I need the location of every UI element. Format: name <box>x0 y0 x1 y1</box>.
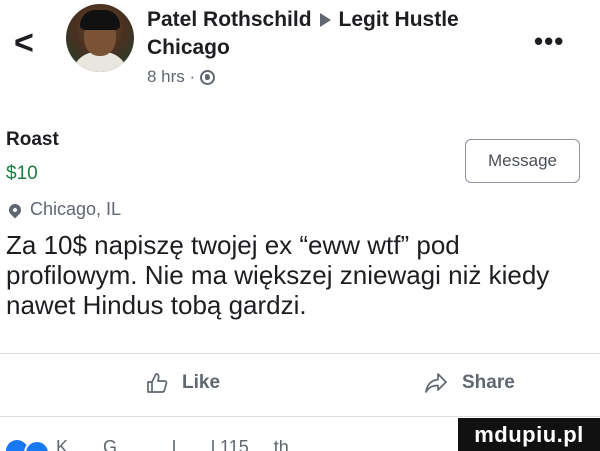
group-name-continued[interactable]: Chicago <box>147 36 230 60</box>
share-arrow-icon <box>425 373 447 393</box>
author-name[interactable]: Patel Rothschild <box>147 8 312 31</box>
more-dots-icon[interactable]: ••• <box>534 26 564 57</box>
post-header-line: Patel Rothschild Legit Hustle <box>147 8 459 32</box>
like-button[interactable]: Like <box>146 372 220 394</box>
location-text: Chicago, IL <box>30 199 122 219</box>
triangle-right-icon <box>319 12 331 27</box>
watermark-logo: mdupiu.pl <box>458 418 600 451</box>
share-label: Share <box>462 372 515 393</box>
divider <box>0 353 600 354</box>
message-button[interactable]: Message <box>465 139 580 183</box>
post-body: Za 10$ napiszę twojej ex “eww wtf” pod p… <box>6 230 550 320</box>
listing-title: Roast <box>6 129 59 150</box>
reaction-icon <box>24 440 50 451</box>
back-chevron-icon[interactable]: < <box>14 26 34 60</box>
divider <box>0 416 600 417</box>
location-pin-icon <box>6 201 24 218</box>
like-thumb-icon <box>147 373 168 393</box>
share-button[interactable]: Share <box>424 372 515 394</box>
post-meta: 8 hrs · <box>147 67 216 87</box>
globe-icon <box>200 69 216 85</box>
reactions-text: K . . . G . . . . . l . . . l 115 . . th… <box>56 440 319 451</box>
avatar-hair <box>80 10 120 30</box>
listing-location: Chicago, IL <box>6 199 121 220</box>
listing-price: $10 <box>6 163 38 184</box>
group-name[interactable]: Legit Hustle <box>339 8 459 31</box>
author-avatar[interactable] <box>66 4 134 72</box>
post-time[interactable]: 8 hrs · <box>147 67 195 87</box>
like-label: Like <box>182 372 221 393</box>
